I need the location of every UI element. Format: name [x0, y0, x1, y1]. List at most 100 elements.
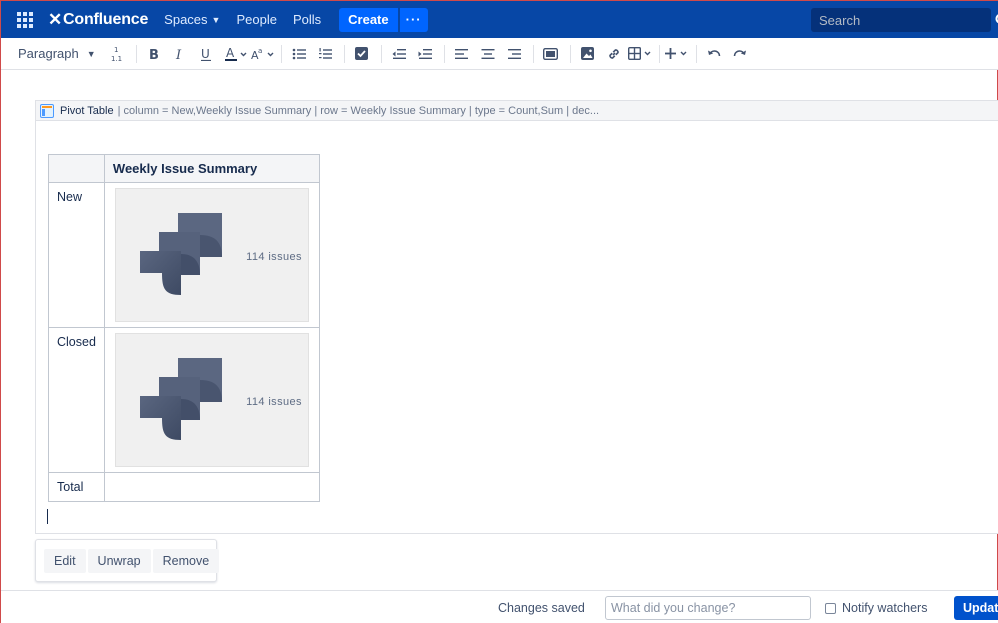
pivot-table-macro[interactable]: Pivot Table | column = New,Weekly Issue …	[35, 100, 998, 534]
pivot-table: Weekly Issue Summary New 114 issues Clos…	[48, 154, 320, 502]
task-list-button[interactable]	[350, 42, 374, 66]
undo-button[interactable]	[702, 42, 726, 66]
create-more-button[interactable]: ···	[399, 7, 428, 32]
notify-watchers-checkbox[interactable]	[825, 602, 836, 614]
toolbar-divider	[532, 44, 534, 63]
nav-polls[interactable]: Polls	[293, 12, 321, 27]
nav-spaces[interactable]: Spaces ▼	[164, 12, 220, 27]
jira-issues-card[interactable]: 114 issues	[114, 188, 309, 322]
row-label: Closed	[48, 327, 105, 473]
underline-icon: U	[200, 47, 211, 61]
unwrap-macro-button[interactable]: Unwrap	[87, 548, 151, 573]
image-icon	[581, 47, 595, 60]
numbering-icon: 11.1	[111, 46, 122, 63]
toolbar-divider	[280, 44, 282, 63]
version-comment-input[interactable]	[605, 596, 811, 620]
bold-button[interactable]: B	[142, 42, 166, 66]
editor-footer: Changes saved Notify watchers Update	[1, 590, 998, 623]
paragraph-style-dropdown[interactable]: Paragraph ▼	[13, 42, 101, 66]
numbered-list-button[interactable]	[313, 42, 337, 66]
editor-content[interactable]: Pivot Table | column = New,Weekly Issue …	[1, 70, 998, 590]
outdent-button[interactable]	[387, 42, 411, 66]
nav-people[interactable]: People	[236, 12, 276, 27]
numbered-heading-button[interactable]: 1 1.1	[105, 42, 129, 66]
row-label: New	[48, 182, 105, 328]
chevron-down-icon: ▼	[86, 48, 96, 59]
insert-table-button[interactable]	[627, 42, 652, 66]
editor-toolbar: Paragraph ▼ 1 1.1 B I U A Aa	[1, 38, 998, 70]
insert-more-button[interactable]	[664, 42, 689, 66]
nav-spaces-label: Spaces	[164, 12, 208, 27]
align-left-button[interactable]	[450, 42, 474, 66]
logo-text: Confluence	[63, 10, 149, 28]
pivot-table-icon	[40, 103, 54, 118]
update-button[interactable]: Update	[954, 596, 998, 620]
svg-text:A: A	[226, 47, 235, 60]
nav-polls-label: Polls	[292, 12, 322, 27]
create-button[interactable]: Create	[339, 7, 398, 32]
numbered-list-icon	[318, 47, 332, 59]
align-left-icon	[454, 48, 468, 59]
macro-name: Pivot Table	[60, 104, 114, 117]
svg-text:B: B	[149, 48, 159, 61]
top-navigation: ✕ Confluence Spaces ▼ People Polls Creat…	[1, 1, 998, 38]
table-icon	[627, 47, 651, 60]
underline-button[interactable]: U	[194, 42, 218, 66]
redo-button[interactable]	[728, 42, 752, 66]
toolbar-divider	[135, 44, 137, 63]
svg-text:1: 1	[114, 46, 118, 54]
align-right-button[interactable]	[502, 42, 526, 66]
svg-text:I: I	[175, 48, 182, 61]
indent-button[interactable]	[413, 42, 437, 66]
redo-icon	[733, 50, 746, 57]
align-center-icon	[481, 48, 495, 59]
checkbox-icon	[355, 47, 369, 60]
svg-text:1.1: 1.1	[111, 55, 122, 63]
text-color-icon: A	[224, 47, 247, 61]
jira-logo-icon	[139, 213, 222, 295]
align-center-button[interactable]	[476, 42, 500, 66]
italic-button[interactable]: I	[168, 42, 192, 66]
app-switcher-button[interactable]	[10, 5, 40, 35]
insert-link-button[interactable]	[602, 42, 626, 66]
insert-image-button[interactable]	[576, 42, 600, 66]
svg-text:a: a	[258, 47, 262, 55]
italic-icon: I	[175, 48, 182, 61]
table-header-row: Weekly Issue Summary	[48, 154, 320, 183]
notify-watchers-label: Notify watchers	[842, 601, 928, 615]
nav-people-label: People	[236, 12, 277, 27]
macro-properties-panel: Edit Unwrap Remove	[35, 539, 220, 582]
issue-count: 114 issues	[246, 251, 302, 263]
row-label: Total	[48, 472, 105, 502]
outdent-icon	[392, 48, 406, 59]
text-color-button[interactable]: A	[224, 42, 248, 66]
table-row: New 114 issues	[48, 182, 320, 328]
toolbar-divider	[443, 44, 445, 63]
table-cell: 114 issues	[103, 182, 320, 328]
notify-watchers-toggle[interactable]: Notify watchers	[825, 601, 927, 615]
table-cell: 114 issues	[103, 327, 320, 473]
layout-icon	[543, 47, 559, 60]
toolbar-divider	[380, 44, 382, 63]
toolbar-divider	[695, 44, 697, 63]
more-formatting-button[interactable]: Aa	[250, 42, 274, 66]
grid-icon	[17, 11, 33, 28]
more-formatting-icon: Aa	[251, 47, 274, 61]
macro-header[interactable]: Pivot Table | column = New,Weekly Issue …	[36, 101, 998, 121]
jira-logo-icon	[139, 358, 222, 440]
edit-macro-button[interactable]: Edit	[44, 548, 86, 573]
search-input[interactable]	[811, 12, 995, 28]
toolbar-divider	[658, 44, 660, 63]
undo-icon	[707, 50, 720, 57]
table-cell	[103, 472, 320, 502]
macro-parameters: | column = New,Weekly Issue Summary | ro…	[117, 104, 600, 117]
save-status: Changes saved	[498, 601, 585, 615]
bullet-list-button[interactable]	[287, 42, 311, 66]
corner-cell	[48, 154, 105, 183]
toolbar-divider	[343, 44, 345, 63]
jira-issues-card[interactable]: 114 issues	[114, 333, 309, 467]
layout-button[interactable]	[539, 42, 563, 66]
remove-macro-button[interactable]: Remove	[152, 548, 220, 573]
confluence-logo[interactable]: ✕ Confluence	[48, 10, 148, 30]
text-cursor	[47, 509, 48, 524]
